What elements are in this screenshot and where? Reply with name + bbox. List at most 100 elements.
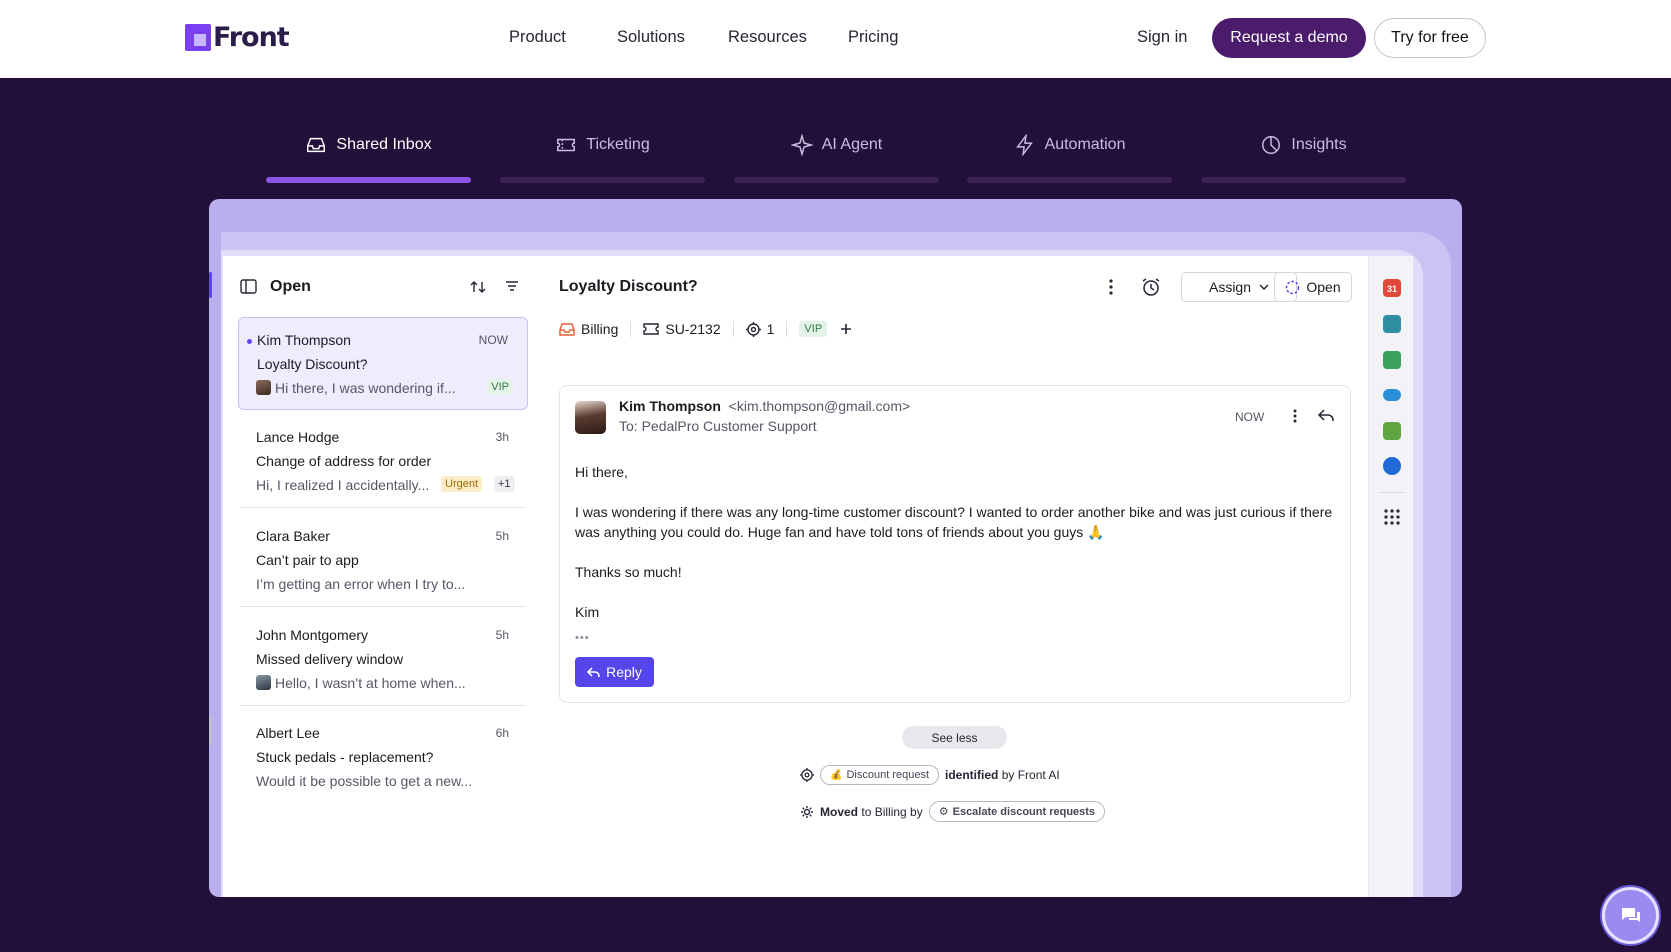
- sender-name: Kim Thompson: [619, 398, 721, 414]
- conversation-preview: I’m getting an error when I try to...: [256, 576, 466, 592]
- jira-icon[interactable]: [1383, 457, 1401, 475]
- status-label: Open: [1306, 279, 1341, 295]
- book-icon[interactable]: [1383, 351, 1401, 369]
- calendar-icon[interactable]: 31: [1383, 279, 1401, 297]
- ticket-icon: [643, 323, 660, 335]
- conversation-item-selected[interactable]: Kim Thompson NOW Loyalty Discount? Hi th…: [238, 317, 528, 410]
- inbox-icon: [559, 323, 575, 336]
- nav-resources[interactable]: Resources: [728, 28, 807, 47]
- inbox-tag[interactable]: Billing: [559, 321, 618, 337]
- conversation-title: Loyalty Discount?: [559, 278, 698, 295]
- tab-label: Shared Inbox: [336, 136, 432, 153]
- watchers-tag[interactable]: 1: [745, 321, 775, 337]
- divider: [630, 321, 632, 337]
- conversation-item[interactable]: John Montgomery 5h Missed delivery windo…: [238, 613, 528, 706]
- divider: [240, 507, 526, 508]
- conversation-subject: Missed delivery window: [256, 651, 404, 667]
- shopify-icon[interactable]: [1383, 422, 1401, 440]
- conversation-tags: Billing SU-2132 1 VIP: [559, 318, 852, 340]
- chat-bubble-icon: [1622, 908, 1640, 922]
- inbox-icon: [307, 137, 326, 153]
- divider: [732, 321, 734, 337]
- rule-gear-icon: [801, 805, 813, 818]
- conversation-sender: Albert Lee: [256, 725, 320, 741]
- conversation-time: 3h: [495, 430, 509, 444]
- conversation-preview: Would it be possible to get a new...: [256, 773, 473, 789]
- message-body: Hi there, I was wondering if there was a…: [575, 462, 1335, 642]
- bolt-icon: [1015, 134, 1033, 156]
- conversation-preview: Hi there, I was wondering if...: [275, 380, 456, 396]
- tab-shared-inbox[interactable]: Shared Inbox: [266, 134, 471, 186]
- conversation-subject: Stuck pedals - replacement?: [256, 749, 434, 765]
- show-quoted-toggle[interactable]: •••: [575, 632, 590, 644]
- inbox-list-header: Open: [240, 277, 523, 297]
- nav-solutions[interactable]: Solutions: [617, 28, 685, 47]
- nav-product[interactable]: Product: [509, 28, 566, 47]
- urgent-badge: Urgent: [441, 476, 483, 492]
- tab-ticketing[interactable]: Ticketing: [500, 134, 705, 186]
- contacts-icon[interactable]: [1383, 315, 1401, 333]
- try-free-button[interactable]: Try for free: [1374, 18, 1486, 58]
- sender-email: <kim.thompson@gmail.com>: [728, 398, 911, 414]
- conversation-time: 5h: [495, 529, 509, 543]
- see-less-button[interactable]: See less: [902, 726, 1007, 749]
- target-icon: [800, 768, 814, 782]
- conversation-preview: Hi, I realized I accidentally...: [256, 477, 430, 493]
- reply-arrow-icon[interactable]: [1317, 408, 1335, 423]
- activity-verb: Moved: [820, 804, 859, 819]
- tab-insights[interactable]: Insights: [1201, 134, 1406, 186]
- conversation-sender: Clara Baker: [256, 528, 330, 544]
- vip-tag[interactable]: VIP: [799, 321, 828, 337]
- more-tags-badge: +1: [494, 476, 515, 492]
- tab-automation[interactable]: Automation: [967, 134, 1172, 186]
- message-signature: Kim: [575, 604, 600, 620]
- message-more-icon[interactable]: [1288, 408, 1302, 424]
- ticket-tag[interactable]: SU-2132: [643, 321, 721, 337]
- sign-in-link[interactable]: Sign in: [1137, 28, 1187, 47]
- conversation-subject: Can’t pair to app: [256, 552, 359, 568]
- message-from: Kim Thompson <kim.thompson@gmail.com>: [619, 398, 910, 414]
- sidebar-toggle-icon[interactable]: [240, 279, 257, 294]
- activity-rule-move: Moved to Billing by ⚙ Escalate discount r…: [800, 801, 1106, 822]
- conversation-item[interactable]: Clara Baker 5h Can’t pair to app I’m get…: [238, 514, 528, 607]
- salesforce-icon[interactable]: [1383, 389, 1401, 401]
- escalate-rule-tag[interactable]: ⚙ Escalate discount requests: [928, 801, 1106, 822]
- tab-label: Ticketing: [586, 136, 650, 153]
- message-card: Kim Thompson <kim.thompson@gmail.com> To…: [559, 385, 1351, 703]
- sender-avatar: [575, 401, 606, 434]
- top-navbar: Front Product Solutions Resources Pricin…: [0, 0, 1671, 78]
- nav-pricing[interactable]: Pricing: [848, 28, 898, 47]
- conversation-subject: Change of address for order: [256, 453, 432, 469]
- target-icon: [745, 321, 761, 337]
- snooze-alarm-icon[interactable]: [1141, 277, 1161, 297]
- more-vertical-icon[interactable]: [1103, 278, 1119, 296]
- tab-label: Automation: [1044, 136, 1126, 153]
- add-tag-icon[interactable]: [840, 323, 852, 335]
- conversation-subject: Loyalty Discount?: [257, 356, 368, 372]
- reply-icon: [587, 666, 600, 677]
- logo-text: Front: [213, 22, 290, 53]
- conversation-sender: Lance Hodge: [256, 429, 340, 445]
- message-to: To: PedalPro Customer Support: [619, 418, 817, 434]
- message-greeting: Hi there,: [575, 464, 628, 480]
- status-open-button[interactable]: Open: [1274, 272, 1352, 302]
- conversation-time: 6h: [495, 726, 509, 740]
- sort-icon[interactable]: [470, 279, 486, 295]
- conversation-item[interactable]: Albert Lee 6h Stuck pedals - replacement…: [238, 711, 528, 804]
- activity-ai-tag: 💰 Discount request identified by Front AI: [800, 765, 1060, 785]
- request-demo-button[interactable]: Request a demo: [1212, 18, 1366, 58]
- inbox-tag-label: Billing: [581, 321, 619, 337]
- ticket-id: SU-2132: [665, 321, 721, 337]
- message-thanks: Thanks so much!: [575, 564, 682, 580]
- vip-badge: VIP: [487, 379, 513, 395]
- moneybag-icon: 💰: [830, 769, 843, 781]
- apps-grid-icon[interactable]: [1384, 509, 1400, 525]
- chat-widget-button[interactable]: [1602, 887, 1659, 944]
- discount-request-tag[interactable]: 💰 Discount request: [820, 765, 939, 785]
- filter-icon[interactable]: [505, 280, 519, 292]
- tab-ai-agent[interactable]: AI Agent: [734, 134, 939, 186]
- watchers-count: 1: [766, 321, 775, 337]
- conversation-item[interactable]: Lance Hodge 3h Change of address for ord…: [238, 415, 528, 508]
- front-logo[interactable]: Front: [185, 22, 290, 53]
- reply-button[interactable]: Reply: [575, 657, 654, 687]
